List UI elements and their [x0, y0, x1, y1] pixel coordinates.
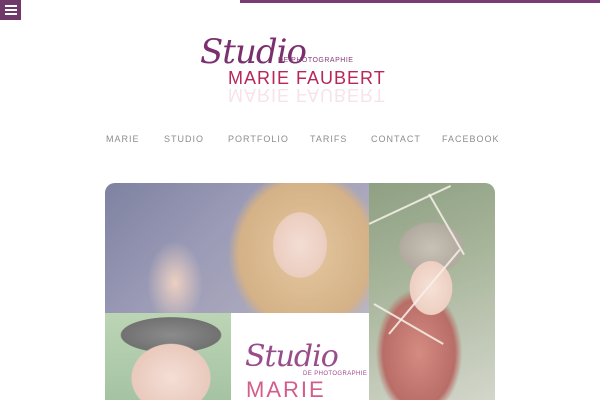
hamburger-menu-button[interactable] — [0, 0, 21, 20]
logo-subtitle: DE PHOTOGRAPHIE — [278, 57, 354, 64]
gallery-photo-baby-cap[interactable] — [105, 313, 231, 400]
nav-item-contact[interactable]: CONTACT — [371, 134, 421, 144]
tile-logo-script: Studio — [245, 339, 339, 374]
gallery-logo-tile[interactable]: Studio DE PHOTOGRAPHIE MARIE — [231, 313, 369, 400]
nav-item-facebook[interactable]: FACEBOOK — [442, 134, 500, 144]
site-logo[interactable]: Studio DE PHOTOGRAPHIE MARIE FAUBERT MAR… — [198, 32, 408, 105]
photo-fade-overlay — [105, 183, 369, 313]
logo-script-text: Studio — [200, 32, 307, 72]
hamburger-icon-line — [4, 9, 17, 11]
gallery-photo-woman-winter-hat[interactable] — [369, 183, 495, 400]
nav-item-portfolio[interactable]: PORTFOLIO — [228, 134, 289, 144]
gallery-photo-woman-smiling[interactable] — [105, 183, 369, 313]
top-accent-bar — [240, 0, 600, 3]
photo-fade-overlay — [369, 183, 495, 400]
photo-fade-overlay — [105, 313, 231, 400]
hamburger-icon — [4, 5, 17, 7]
nav-item-tarifs[interactable]: TARIFS — [310, 134, 347, 144]
hamburger-icon-line — [4, 13, 17, 15]
tile-logo-name: MARIE — [246, 377, 326, 400]
nav-item-marie[interactable]: MARIE — [106, 134, 140, 144]
nav-item-studio[interactable]: STUDIO — [164, 134, 204, 144]
logo-name-reflection: MARIE FAUBERT — [228, 85, 386, 105]
